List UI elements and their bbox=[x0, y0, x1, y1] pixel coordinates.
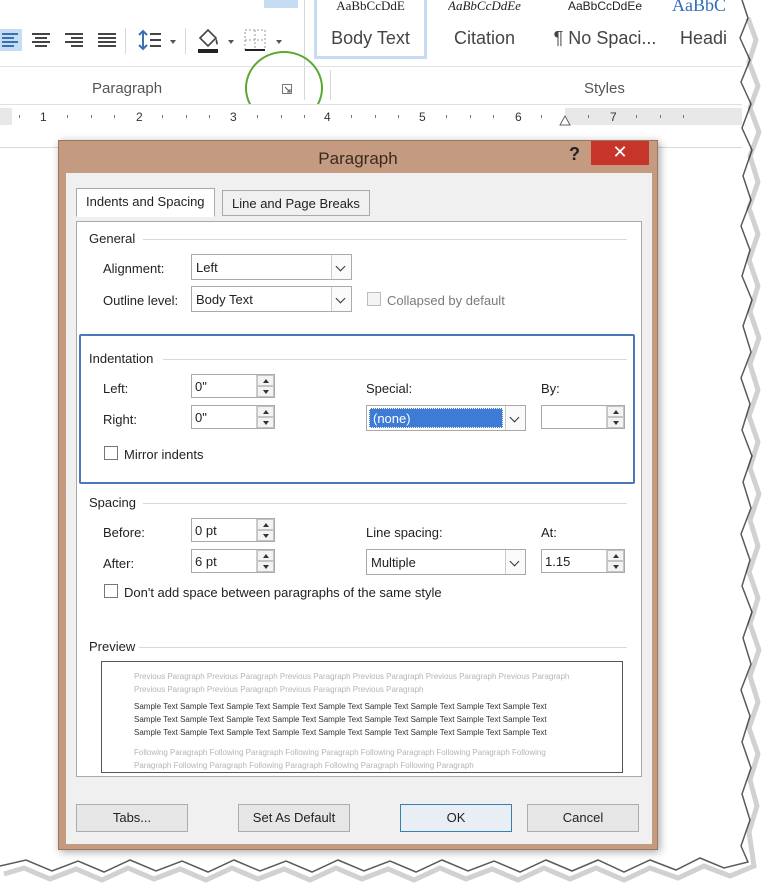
preview-previous-text: Previous Paragraph Previous Paragraph Pr… bbox=[134, 672, 570, 694]
align-right-icon[interactable] bbox=[63, 29, 85, 51]
spin-down-icon[interactable] bbox=[257, 561, 274, 572]
chevron-down-icon[interactable] bbox=[331, 287, 351, 311]
align-center-icon[interactable] bbox=[30, 29, 52, 51]
outline-level-label: Outline level: bbox=[103, 293, 179, 308]
paragraph-group-label: Paragraph bbox=[92, 80, 163, 97]
line-spacing-select[interactable]: Multiple bbox=[366, 549, 526, 575]
dont-add-space-label: Don't add space between paragraphs of th… bbox=[124, 585, 442, 600]
line-spacing-label: Line spacing: bbox=[366, 525, 443, 540]
set-as-default-button[interactable]: Set As Default bbox=[238, 804, 350, 832]
left-indent-spinner[interactable]: 0" bbox=[191, 374, 275, 398]
tab-line-and-page-breaks[interactable]: Line and Page Breaks bbox=[222, 190, 370, 216]
dialog-body: Indents and Spacing Line and Page Breaks… bbox=[66, 173, 652, 844]
after-label: After: bbox=[103, 556, 135, 571]
at-label: At: bbox=[541, 525, 557, 540]
ok-button[interactable]: OK bbox=[400, 804, 512, 832]
spin-down-icon[interactable] bbox=[257, 530, 274, 541]
tab-indents-and-spacing[interactable]: Indents and Spacing bbox=[76, 188, 215, 217]
special-select[interactable]: (none) bbox=[366, 405, 526, 431]
before-spinner[interactable]: 0 pt bbox=[191, 518, 275, 542]
outline-level-select[interactable]: Body Text bbox=[191, 286, 352, 312]
left-indent-label: Left: bbox=[103, 381, 129, 396]
indentation-section-title: Indentation bbox=[89, 351, 154, 366]
align-left-icon[interactable] bbox=[0, 29, 22, 51]
by-spinner[interactable] bbox=[541, 405, 625, 429]
preview-section-title: Preview bbox=[89, 639, 136, 654]
spin-up-icon[interactable] bbox=[607, 406, 624, 417]
line-spacing-icon[interactable] bbox=[137, 28, 163, 52]
preview-box: Previous Paragraph Previous Paragraph Pr… bbox=[101, 661, 623, 773]
dialog-title: Paragraph bbox=[318, 149, 398, 168]
right-indent-spinner[interactable]: 0" bbox=[191, 405, 275, 429]
mirror-indents-label: Mirror indents bbox=[124, 447, 204, 462]
chevron-down-icon[interactable] bbox=[505, 406, 525, 430]
special-label: Special: bbox=[366, 381, 413, 396]
spin-down-icon[interactable] bbox=[607, 417, 624, 428]
styles-group-label: Styles bbox=[584, 80, 625, 97]
spin-up-icon[interactable] bbox=[257, 406, 274, 417]
style-tile-heading[interactable]: AaBbC Headi bbox=[672, 0, 738, 62]
dont-add-space-checkbox[interactable] bbox=[104, 584, 118, 598]
close-button[interactable]: ✕ bbox=[591, 141, 649, 165]
preview-following-text: Following Paragraph Following Paragraph … bbox=[134, 748, 546, 770]
chevron-down-icon[interactable] bbox=[276, 40, 282, 44]
at-spinner[interactable]: 1.15 bbox=[541, 549, 625, 573]
shading-icon[interactable] bbox=[196, 26, 222, 54]
collapsed-by-default-checkbox[interactable] bbox=[367, 292, 381, 306]
ribbon: AaBbCcDdE Body Text AaBbCcDdEe Citation … bbox=[0, 0, 742, 105]
style-tile-citation[interactable]: AaBbCcDdEe Citation bbox=[432, 0, 537, 62]
preview-sample-text: Sample Text Sample Text Sample Text Samp… bbox=[134, 702, 547, 737]
chevron-down-icon[interactable] bbox=[170, 40, 176, 44]
after-spinner[interactable]: 6 pt bbox=[191, 549, 275, 573]
right-indent-label: Right: bbox=[103, 412, 137, 427]
style-tile-no-spacing[interactable]: AaBbCcDdEe ¶ No Spaci... bbox=[545, 0, 665, 62]
mirror-indents-checkbox[interactable] bbox=[104, 446, 118, 460]
chevron-down-icon[interactable] bbox=[228, 40, 234, 44]
justify-icon[interactable] bbox=[96, 29, 118, 51]
spin-down-icon[interactable] bbox=[607, 561, 624, 572]
before-label: Before: bbox=[103, 525, 145, 540]
by-label: By: bbox=[541, 381, 560, 396]
show-hide-marks-button[interactable] bbox=[264, 0, 298, 8]
spin-up-icon[interactable] bbox=[257, 519, 274, 530]
alignment-label: Alignment: bbox=[103, 261, 165, 276]
paragraph-dialog: Paragraph ? ✕ Indents and Spacing Line a… bbox=[58, 140, 658, 850]
style-tile-body-text[interactable]: AaBbCcDdE Body Text bbox=[314, 0, 427, 59]
spin-down-icon[interactable] bbox=[257, 386, 274, 397]
collapsed-by-default-label: Collapsed by default bbox=[387, 293, 505, 308]
borders-icon[interactable] bbox=[243, 28, 267, 52]
tabs-button[interactable]: Tabs... bbox=[76, 804, 188, 832]
spin-up-icon[interactable] bbox=[607, 550, 624, 561]
spin-up-icon[interactable] bbox=[257, 375, 274, 386]
chevron-down-icon[interactable] bbox=[331, 255, 351, 279]
alignment-select[interactable]: Left bbox=[191, 254, 352, 280]
spacing-section-title: Spacing bbox=[89, 495, 136, 510]
right-indent-marker-icon[interactable] bbox=[559, 115, 571, 127]
spin-down-icon[interactable] bbox=[257, 417, 274, 428]
chevron-down-icon[interactable] bbox=[505, 550, 525, 574]
help-icon[interactable]: ? bbox=[569, 144, 580, 165]
spin-up-icon[interactable] bbox=[257, 550, 274, 561]
cancel-button[interactable]: Cancel bbox=[527, 804, 639, 832]
ruler: 1 2 3 4 5 6 7 bbox=[0, 104, 742, 128]
general-section-title: General bbox=[89, 231, 136, 246]
